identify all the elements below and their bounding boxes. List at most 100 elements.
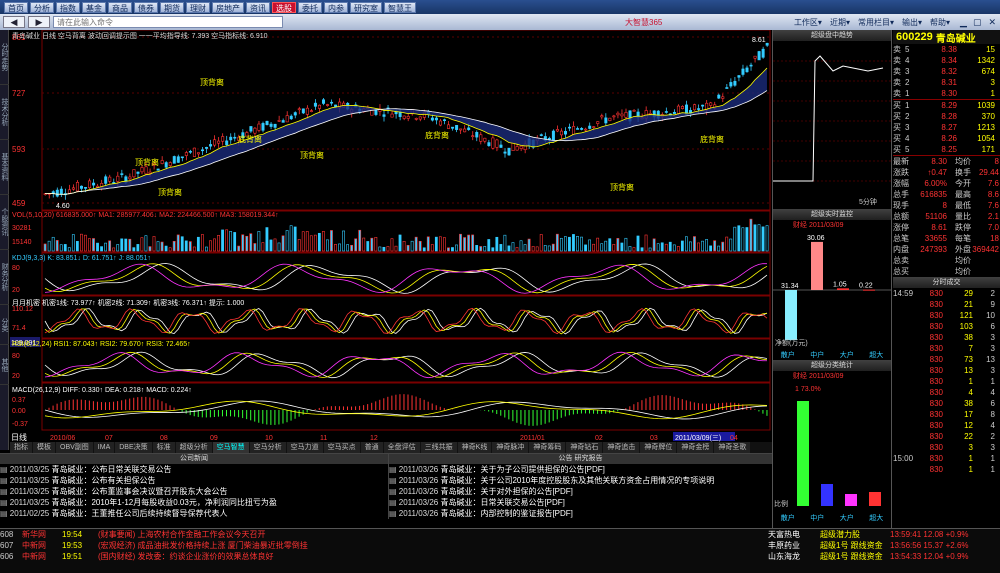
top-menu-12[interactable]: 内参	[324, 1, 348, 13]
ticker-message[interactable]: (国内财经) 发改委：约谈企业涨价的效果总体良好	[98, 551, 768, 562]
indicator-tab-21[interactable]: 神奇圣歌	[714, 442, 751, 453]
left-tab-0[interactable]: 分时走势	[0, 30, 9, 85]
right-menu-3[interactable]: 输出▾	[899, 17, 925, 28]
top-menu-11[interactable]: 委托	[298, 1, 322, 13]
ticker-row[interactable]: 607 中新网 19:53 (宏观经济) 成品油批发价格持续上涨 厦门柴油暴近批零倒…	[0, 540, 1000, 551]
ticks-list[interactable]: 14:59 830 29 2 830 21 9 830 121 10 830 103 6 830 38 3 83…	[893, 288, 1000, 475]
top-menu-1[interactable]: 分析	[30, 1, 54, 13]
buy-level-row[interactable]: 买 2 8.28 370	[893, 111, 1000, 122]
sell-level-row[interactable]: 卖 1 8.30 1	[893, 88, 1000, 99]
top-menu-13[interactable]: 研究室	[350, 1, 382, 13]
sell-level-row[interactable]: 卖 4 8.34 1342	[893, 55, 1000, 66]
left-tab-5[interactable]: 分类	[0, 305, 9, 345]
buy-level-row[interactable]: 买 4 8.26 1054	[893, 133, 1000, 144]
announcement-item[interactable]: ▤ 2011/03/26 青岛碱业：日常关联交易公告[PDF]	[389, 497, 772, 508]
sell-level-row[interactable]: 卖 5 8.38 15	[893, 44, 1000, 55]
sell-level-row[interactable]: 卖 3 8.32 674	[893, 66, 1000, 77]
indicator-tab-17[interactable]: 神奇钻石	[566, 442, 603, 453]
ticker-stock[interactable]: 丰原药业	[768, 540, 820, 551]
announcement-item[interactable]: ▤ 2011/03/26 青岛碱业：关于为子公司提供担保的公告[PDF]	[389, 464, 772, 475]
period-label[interactable]: 日线	[11, 432, 27, 442]
top-menu-14[interactable]: 智慧王	[384, 1, 416, 13]
top-menu-9[interactable]: 资讯	[246, 1, 270, 13]
indicator-tab-5[interactable]: 标准	[152, 442, 175, 453]
minimize-icon[interactable]: ▁	[960, 17, 967, 28]
top-menu-8[interactable]: 房地产	[212, 1, 244, 13]
ticker-message[interactable]: (财事要闻) 上海农村合作金融工作会议今天召开	[98, 529, 768, 540]
news-title[interactable]: 青岛碱业：关于为子公司提供担保的公告[PDF]	[440, 465, 604, 474]
right-menu-2[interactable]: 常用栏目▾	[855, 17, 897, 28]
left-tab-1[interactable]: 技术分析	[0, 85, 9, 140]
indicator-tab-11[interactable]: 普通	[360, 442, 383, 453]
indicator-tab-2[interactable]: OBV副图	[56, 442, 93, 453]
news-title[interactable]: 青岛碱业：公布董监事会决议暨召开股东大会公告	[51, 487, 227, 496]
news-title[interactable]: 青岛碱业：日常关联交易公告[PDF]	[440, 498, 564, 507]
announcement-item[interactable]: ▤ 2011/03/26 青岛碱业：内部控制的鉴证报告[PDF]	[389, 508, 772, 519]
forward-button[interactable]: ▶	[28, 16, 50, 28]
buy-level-row[interactable]: 买 5 8.25 171	[893, 144, 1000, 155]
buy-level-row[interactable]: 买 1 8.29 1039	[893, 100, 1000, 111]
ticker-stock[interactable]: 山东海龙	[768, 551, 820, 562]
news-title[interactable]: 青岛碱业：公布有关担保公告	[51, 476, 155, 485]
indicator-tab-6[interactable]: 超级分析	[175, 442, 212, 453]
right-menu-1[interactable]: 近期▾	[827, 17, 853, 28]
indicator-tab-9[interactable]: 空马力道	[286, 442, 323, 453]
left-tab-6[interactable]: 其他	[0, 345, 9, 385]
indicator-tab-16[interactable]: 神奇筹码	[529, 442, 566, 453]
announcement-item[interactable]: ▤ 2011/03/26 青岛碱业：关于对外担保的公告[PDF]	[389, 486, 772, 497]
top-menu-3[interactable]: 基金	[82, 1, 106, 13]
indicator-tab-18[interactable]: 神奇追击	[603, 442, 640, 453]
indicator-tab-10[interactable]: 空马买点	[323, 442, 360, 453]
news-title[interactable]: 青岛碱业：内部控制的鉴证报告[PDF]	[440, 509, 572, 518]
sell-level-row[interactable]: 卖 2 8.31 3	[893, 77, 1000, 88]
top-menu-5[interactable]: 债券	[134, 1, 158, 13]
indicator-tab-19[interactable]: 神奇牌位	[640, 442, 677, 453]
kline-chart-svg[interactable]: 861727593459顶背离顶背离顶背离底背离顶背离底背离顶背离底背离8.61…	[10, 29, 772, 442]
news-title[interactable]: 青岛碱业：公布日常关联交易公告	[51, 465, 171, 474]
left-tab-4[interactable]: 财务分析	[0, 250, 9, 305]
back-button[interactable]: ◀	[3, 16, 25, 28]
top-menu-4[interactable]: 商品	[108, 1, 132, 13]
ticker-row[interactable]: 608 新华网 19:54 (财事要闻) 上海农村合作金融工作会议今天召开 天富热电超…	[0, 529, 1000, 540]
news-title[interactable]: 青岛碱业：王董推任公司后续持续督导保荐代表人	[51, 509, 227, 518]
stat-row: 涨幅 6.00% 今开 7.6	[893, 178, 1000, 189]
news-title[interactable]: 青岛碱业：关于对外担保的公告[PDF]	[440, 487, 572, 496]
command-input[interactable]	[53, 16, 283, 28]
indicator-tab-0[interactable]: 指标	[10, 442, 32, 453]
kline-chart-area[interactable]: 861 727 593 459 顶背离 顶背离 顶背离 底背离 顶背离 底背离 顶背离 底背离 8.61…	[10, 29, 772, 442]
left-tab-3[interactable]: 个股资讯	[0, 195, 9, 250]
company-news-item[interactable]: ▤ 2011/02/25 青岛碱业：王董推任公司后续持续督导保荐代表人	[0, 508, 388, 519]
company-news-item[interactable]: ▤ 2011/03/25 青岛碱业：公布有关担保公告	[0, 475, 388, 486]
news-title[interactable]: 青岛碱业：关于公司2010年度控股股东及其他关联方资金占用情况的专项说明	[440, 476, 714, 485]
top-menu-10[interactable]: 选股	[272, 1, 296, 13]
top-menu-6[interactable]: 期货	[160, 1, 184, 13]
indicator-tab-4[interactable]: DBE决策	[115, 442, 152, 453]
indicator-tab-1[interactable]: 模板	[33, 442, 55, 453]
ticker-row[interactable]: 606 中新网 19:51 (国内财经) 发改委：约谈企业涨价的效果总体良好 山东海龙…	[0, 551, 1000, 562]
indicator-tab-15[interactable]: 神奇脉冲	[492, 442, 529, 453]
maximize-icon[interactable]: ▢	[973, 17, 982, 28]
indicator-tab-7[interactable]: 空马智慧	[212, 442, 249, 453]
left-tab-2[interactable]: 基本资料	[0, 140, 9, 195]
ticker-stock[interactable]: 天富热电	[768, 529, 820, 540]
top-menu-7[interactable]: 理财	[186, 1, 210, 13]
close-icon[interactable]: ✕	[988, 17, 996, 28]
top-menu-2[interactable]: 指数	[56, 1, 80, 13]
top-menu-0[interactable]: 首页	[4, 1, 28, 13]
company-news-item[interactable]: ▤ 2011/03/25 青岛碱业：2010年1-12月每股收益0.03元，净利…	[0, 497, 388, 508]
price-y-label: 727	[12, 89, 26, 98]
buy-level-row[interactable]: 买 3 8.27 1213	[893, 122, 1000, 133]
company-news-item[interactable]: ▤ 2011/03/25 青岛碱业：公布日常关联交易公告	[0, 464, 388, 475]
indicator-tab-12[interactable]: 全盘评估	[383, 442, 420, 453]
indicator-tab-14[interactable]: 神奇K线	[457, 442, 492, 453]
right-menu-4[interactable]: 帮助▾	[927, 17, 953, 28]
indicator-tab-13[interactable]: 三线共振	[420, 442, 457, 453]
news-title[interactable]: 青岛碱业：2010年1-12月每股收益0.03元，净利润同比扭亏为盈	[51, 498, 276, 507]
indicator-tab-20[interactable]: 神奇金榜	[677, 442, 714, 453]
announcement-item[interactable]: ▤ 2011/03/26 青岛碱业：关于公司2010年度控股股东及其他关联方资金…	[389, 475, 772, 486]
right-menu-0[interactable]: 工作区▾	[791, 17, 825, 28]
indicator-tab-3[interactable]: IMA	[93, 442, 115, 453]
ticker-message[interactable]: (宏观经济) 成品油批发价格持续上涨 厦门柴油暴近批零倒挂	[98, 540, 768, 551]
company-news-item[interactable]: ▤ 2011/03/25 青岛碱业：公布董监事会决议暨召开股东大会公告	[0, 486, 388, 497]
indicator-tab-8[interactable]: 空马分析	[249, 442, 286, 453]
